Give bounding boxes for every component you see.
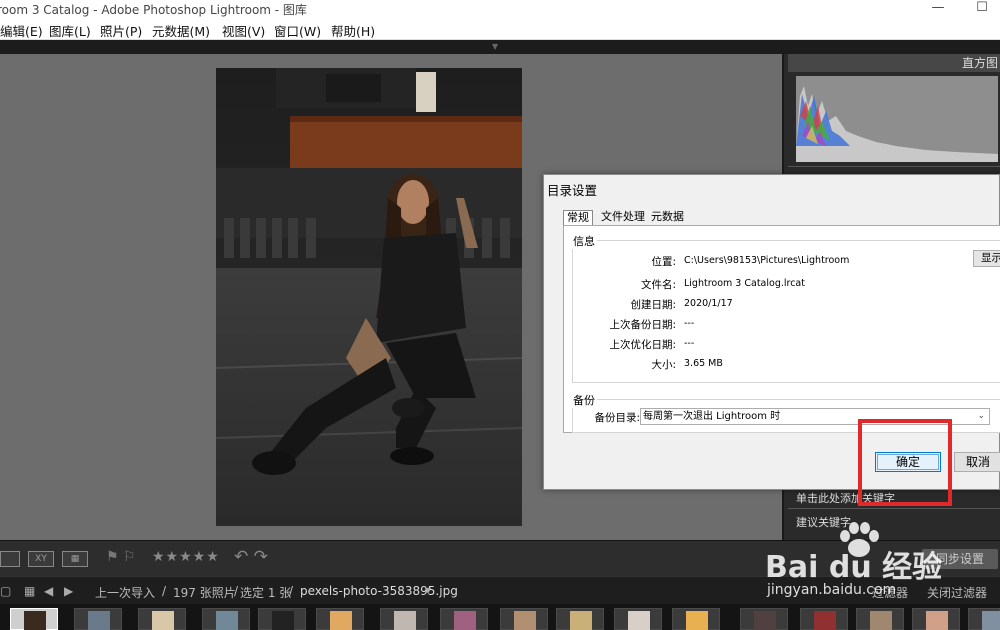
baidu-watermark: Bai du 经验 jingyan.baidu.com	[745, 520, 995, 620]
menu-view[interactable]: 视图(V)	[222, 21, 265, 40]
filmstrip-thumb[interactable]	[380, 608, 428, 630]
menu-photo[interactable]: 照片(P)	[100, 21, 142, 40]
expand-arrow-icon[interactable]: ▼	[492, 42, 498, 51]
watermark-brand: Bai du 经验	[765, 550, 943, 585]
menu-edit[interactable]: 编辑(E)	[0, 21, 43, 40]
tab-metadata[interactable]: 元数据	[648, 210, 687, 225]
photo-illustration	[216, 68, 522, 526]
menu-help[interactable]: 帮助(H)	[331, 21, 375, 40]
histogram	[796, 76, 998, 162]
backup-frequency-label: 备份目录:	[594, 412, 640, 424]
filmstrip-thumb[interactable]	[672, 608, 720, 630]
last-backup-label: 上次备份日期:	[609, 319, 676, 331]
separator: /	[162, 584, 167, 598]
filmstrip-thumb[interactable]	[440, 608, 488, 630]
rotate-icons[interactable]: ↶ ↷	[234, 547, 268, 567]
maximize-button[interactable]: ☐	[962, 0, 1000, 18]
created-date-label: 创建日期:	[630, 299, 676, 311]
main-photo[interactable]	[216, 68, 522, 526]
tab-general[interactable]: 常规	[563, 210, 593, 225]
cancel-button[interactable]: 取消	[954, 452, 1000, 472]
size-label: 大小:	[651, 359, 676, 371]
flag-icons[interactable]: ⚑ ⚐	[106, 549, 136, 565]
filmstrip-thumb[interactable]	[556, 608, 604, 630]
last-optimize-label: 上次优化日期:	[609, 339, 676, 351]
selected-count: 选定 1 张	[240, 586, 292, 600]
menu-library[interactable]: 图库(L)	[49, 21, 91, 40]
window-title-bar: room 3 Catalog - Adobe Photoshop Lightro…	[0, 0, 1000, 18]
chevron-down-icon: ⌄	[977, 411, 985, 421]
histogram-graph	[796, 86, 998, 162]
menu-window[interactable]: 窗口(W)	[274, 21, 321, 40]
last-backup-value: ---	[684, 318, 695, 329]
compare-view-icon[interactable]: XY	[28, 551, 54, 567]
survey-view-icon[interactable]: ▦	[62, 551, 88, 567]
last-optimize-value: ---	[684, 338, 695, 349]
source-label[interactable]: 上一次导入	[95, 584, 155, 601]
histogram-header[interactable]: 直方图	[788, 54, 1000, 72]
location-label: 位置:	[651, 256, 676, 268]
location-value: C:\Users\98153\Pictures\Lightroom	[684, 255, 850, 266]
photo-count: 197 张照片	[173, 586, 236, 600]
filename-label: 文件名:	[640, 279, 676, 291]
current-filename[interactable]: pexels-photo-3583895.jpg	[300, 584, 458, 598]
forward-arrow-icon[interactable]: ▶	[64, 584, 73, 598]
filmstrip-thumb[interactable]	[614, 608, 662, 630]
dialog-content: 信息 位置: C:\Users\98153\Pictures\Lightroom…	[563, 225, 1000, 433]
red-highlight-box	[858, 419, 952, 506]
window-title: room 3 Catalog - Adobe Photoshop Lightro…	[0, 3, 307, 17]
backup-frequency-value: 每周第一次退出 Lightroom 时	[643, 411, 781, 422]
info-group-label: 信息	[571, 233, 597, 249]
chevron-down-icon[interactable]: ▼	[425, 586, 431, 595]
dialog-title: 目录设置	[547, 183, 598, 198]
menu-bar: 编辑(E) 图库(L) 照片(P) 元数据(M) 视图(V) 窗口(W) 帮助(…	[0, 18, 1000, 40]
filmstrip-thumb[interactable]	[74, 608, 122, 630]
secondary-window-icon[interactable]: ▢	[0, 584, 11, 598]
separator: /	[289, 584, 294, 598]
watermark-url: jingyan.baidu.com	[767, 582, 897, 598]
backup-group-label: 备份	[571, 392, 597, 408]
module-strip-collapsed[interactable]: ▼	[0, 40, 1000, 54]
minimize-button[interactable]: —	[918, 0, 958, 18]
filmstrip-thumb[interactable]	[258, 608, 306, 630]
tab-file-handling[interactable]: 文件处理	[598, 210, 648, 225]
show-button[interactable]: 显示	[973, 250, 1000, 267]
size-value: 3.65 MB	[684, 358, 723, 369]
filmstrip-thumb-selected[interactable]	[10, 608, 58, 630]
loupe-view-icon[interactable]	[0, 551, 20, 567]
filmstrip-thumb[interactable]	[316, 608, 364, 630]
panel-divider	[788, 508, 1000, 509]
filename-value: Lightroom 3 Catalog.lrcat	[684, 278, 805, 289]
separator: /	[234, 584, 239, 598]
created-date-value: 2020/1/17	[684, 298, 733, 309]
grid-icon[interactable]: ▦	[24, 584, 35, 598]
filmstrip-thumb[interactable]	[138, 608, 186, 630]
star-rating[interactable]: ★★★★★	[152, 549, 220, 565]
panel-divider	[788, 166, 1000, 167]
back-arrow-icon[interactable]: ◀	[44, 584, 53, 598]
filmstrip-thumb[interactable]	[500, 608, 548, 630]
filmstrip-thumb[interactable]	[202, 608, 250, 630]
menu-metadata[interactable]: 元数据(M)	[152, 21, 210, 40]
